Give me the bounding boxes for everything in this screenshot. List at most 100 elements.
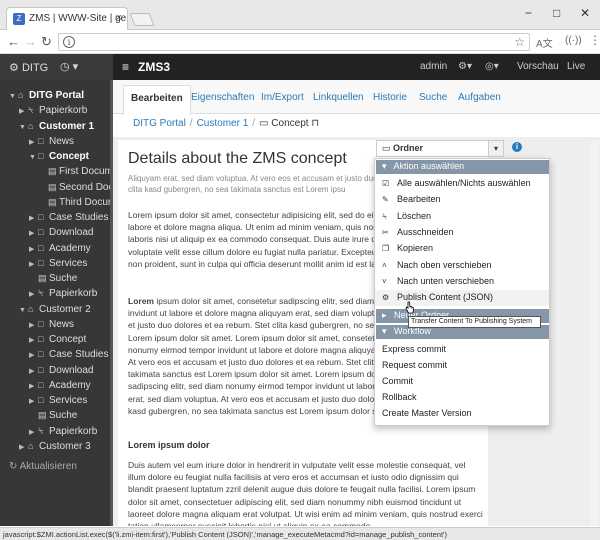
sidebar-item[interactable]: ▶ □ Case Studies bbox=[29, 347, 108, 362]
chevron-down-icon[interactable]: ▾ bbox=[488, 140, 504, 157]
menu-item-copy[interactable]: ❐ Kopieren bbox=[382, 243, 433, 253]
sidebar-item[interactable]: ▶ □ Concept bbox=[29, 332, 86, 347]
menu-item-select-all[interactable]: ☑ Alle auswählen/Nichts auswählen bbox=[382, 178, 531, 188]
tab-historie[interactable]: Historie bbox=[373, 92, 407, 103]
caret-right-icon: ▸ bbox=[382, 310, 387, 320]
minimize-button[interactable]: − bbox=[525, 6, 532, 20]
user-menu[interactable]: admin bbox=[420, 61, 447, 72]
menu-item-label: Kopieren bbox=[397, 243, 434, 253]
menu-item-request-commit[interactable]: Request commit bbox=[382, 360, 447, 370]
browser-tab[interactable]: Z ZMS | WWW-Site | ger × bbox=[6, 7, 128, 30]
bookmark-star-icon[interactable]: ☆ bbox=[514, 35, 525, 49]
caret-right-icon[interactable]: ▶ bbox=[29, 425, 38, 440]
sidebar-item[interactable]: ▶ ⍀ Papierkorb bbox=[19, 103, 87, 118]
caret-right-icon[interactable]: ▶ bbox=[29, 333, 38, 348]
tab-eigenschaften[interactable]: Eigenschaften bbox=[191, 92, 254, 103]
globe-icon[interactable]: ◎▾ bbox=[485, 61, 499, 72]
sidebar-item[interactable]: ▤ Suche bbox=[29, 271, 77, 286]
info-icon[interactable]: i bbox=[512, 142, 522, 152]
menu-item-cut[interactable]: ✂ Ausschneiden bbox=[382, 227, 454, 237]
hamburger-icon[interactable]: ≡ bbox=[122, 60, 129, 74]
bookmark-icon[interactable]: ⊓ bbox=[311, 118, 319, 129]
back-icon[interactable]: ← bbox=[7, 34, 20, 49]
menu-item-express-commit[interactable]: Express commit bbox=[382, 344, 446, 354]
sidebar-item[interactable]: ▶ □ News bbox=[29, 317, 74, 332]
preview-link[interactable]: Vorschau bbox=[517, 61, 559, 72]
sidebar-item[interactable]: ▼ ⌂ Customer 1 bbox=[19, 119, 94, 134]
forward-icon[interactable]: → bbox=[24, 34, 37, 49]
menu-item-edit[interactable]: ✎ Bearbeiten bbox=[382, 194, 441, 204]
pencil-icon: ✎ bbox=[382, 195, 389, 204]
caret-right-icon[interactable]: ▶ bbox=[29, 394, 38, 409]
menu-item-commit[interactable]: Commit bbox=[382, 376, 413, 386]
type-select[interactable]: ▭ Ordner bbox=[376, 140, 489, 157]
settings-gear-icon[interactable]: ⚙▾ bbox=[458, 61, 472, 72]
refresh-link[interactable]: ↻ Aktualisieren bbox=[9, 461, 77, 472]
sidebar-item[interactable]: ▶ □ Services bbox=[29, 393, 87, 408]
caret-right-icon[interactable]: ▶ bbox=[29, 364, 38, 379]
caret-down-icon[interactable]: ▼ bbox=[29, 150, 38, 165]
close-tab-icon[interactable]: × bbox=[116, 12, 122, 24]
live-link[interactable]: Live bbox=[567, 61, 585, 72]
sidebar-item[interactable]: ▼ ⌂ Customer 2 bbox=[19, 302, 91, 317]
translate-icon[interactable]: A文 bbox=[536, 35, 553, 50]
sidebar-item[interactable]: ▶ □ News bbox=[29, 134, 74, 149]
sidebar-item[interactable]: ▤First Document bbox=[39, 164, 110, 179]
sidebar-item[interactable]: ▶ ⌂ Customer 3 bbox=[19, 439, 91, 454]
sidebar-item[interactable]: ▶ □ Download bbox=[29, 363, 93, 378]
sidebar-item[interactable]: ▼ ⌂ DITG Portal bbox=[9, 88, 84, 103]
address-bar[interactable]: i ☆ bbox=[58, 33, 530, 51]
menu-item-move-down[interactable]: ˅ Nach unten verschieben bbox=[382, 276, 494, 286]
sidebar-item[interactable]: ▶ □ Services bbox=[29, 256, 87, 271]
menu-item-delete[interactable]: ⍀ Löschen bbox=[382, 211, 431, 222]
caret-right-icon[interactable]: ▶ bbox=[29, 348, 38, 363]
sidebar-item[interactable]: ▶ □ Case Studies bbox=[29, 210, 108, 225]
sidebar-item[interactable]: ▶ □ Academy bbox=[29, 378, 91, 393]
caret-right-icon[interactable]: ▶ bbox=[29, 379, 38, 394]
caret-right-icon[interactable]: ▶ bbox=[29, 257, 38, 272]
page-scrollbar[interactable] bbox=[590, 140, 598, 526]
close-window-button[interactable]: ✕ bbox=[580, 6, 590, 20]
menu-item-rollback[interactable]: Rollback bbox=[382, 392, 417, 402]
app-title[interactable]: ≡ ZMS3 bbox=[122, 60, 170, 74]
breadcrumb-portal[interactable]: DITG Portal bbox=[133, 118, 186, 129]
caret-right-icon[interactable]: ▶ bbox=[19, 104, 28, 119]
page-info-icon[interactable]: i bbox=[63, 36, 75, 48]
sidebar-item[interactable]: ▶ □ Academy bbox=[29, 241, 91, 256]
tab-suche[interactable]: Suche bbox=[419, 92, 447, 103]
tab-im-export[interactable]: Im/Export bbox=[261, 92, 304, 103]
sidebar-item[interactable]: ▶ ⍀ Papierkorb bbox=[29, 424, 97, 439]
caret-down-icon[interactable]: ▼ bbox=[19, 120, 28, 135]
caret-right-icon[interactable]: ▶ bbox=[29, 287, 38, 302]
caret-right-icon[interactable]: ▶ bbox=[29, 135, 38, 150]
sidebar-item[interactable]: ▶ □ Download bbox=[29, 225, 93, 240]
caret-right-icon[interactable]: ▶ bbox=[19, 440, 28, 455]
breadcrumb-customer[interactable]: Customer 1 bbox=[197, 118, 249, 129]
sidebar-item[interactable]: ▶ ⍀ Papierkorb bbox=[29, 286, 97, 301]
sidebar-item[interactable]: ▤Second Document bbox=[39, 180, 110, 195]
sidebar-item[interactable]: ▼ □ Concept bbox=[29, 149, 89, 164]
caret-down-icon[interactable]: ▼ bbox=[19, 303, 28, 318]
tooltip: Transfer Content To Publishing System bbox=[408, 316, 541, 328]
tab-linkquellen[interactable]: Linkquellen bbox=[313, 92, 364, 103]
tab-aufgaben[interactable]: Aufgaben bbox=[458, 92, 501, 103]
reload-icon[interactable]: ↻ bbox=[41, 34, 52, 50]
caret-down-icon[interactable]: ▼ bbox=[9, 89, 18, 104]
menu-dots-icon[interactable]: ⋮ bbox=[589, 33, 600, 47]
menu-item-publish-json[interactable]: ⚙ Publish Content (JSON) bbox=[382, 292, 493, 302]
caret-right-icon[interactable]: ▶ bbox=[29, 226, 38, 241]
caret-right-icon[interactable]: ▶ bbox=[29, 242, 38, 257]
sidebar-item-label: Third Document bbox=[59, 196, 110, 208]
menu-item-move-up[interactable]: ˄ Nach oben verschieben bbox=[382, 260, 492, 270]
menu-item-create-master[interactable]: Create Master Version bbox=[382, 408, 472, 418]
caret-right-icon[interactable]: ▶ bbox=[29, 318, 38, 333]
caret-right-icon[interactable]: ▶ bbox=[29, 211, 38, 226]
site-switcher[interactable]: ⚙ DITG bbox=[9, 61, 48, 74]
new-tab-button[interactable] bbox=[129, 13, 155, 26]
sidebar-item[interactable]: ▤Third Document bbox=[39, 195, 110, 210]
sidebar-item[interactable]: ▤ Suche bbox=[29, 408, 77, 423]
cast-icon[interactable]: ((·)) bbox=[565, 35, 582, 46]
history-clock-icon[interactable]: ◷ ▾ bbox=[60, 60, 78, 73]
maximize-button[interactable]: □ bbox=[553, 6, 560, 20]
tab-bearbeiten[interactable]: Bearbeiten bbox=[123, 85, 191, 115]
